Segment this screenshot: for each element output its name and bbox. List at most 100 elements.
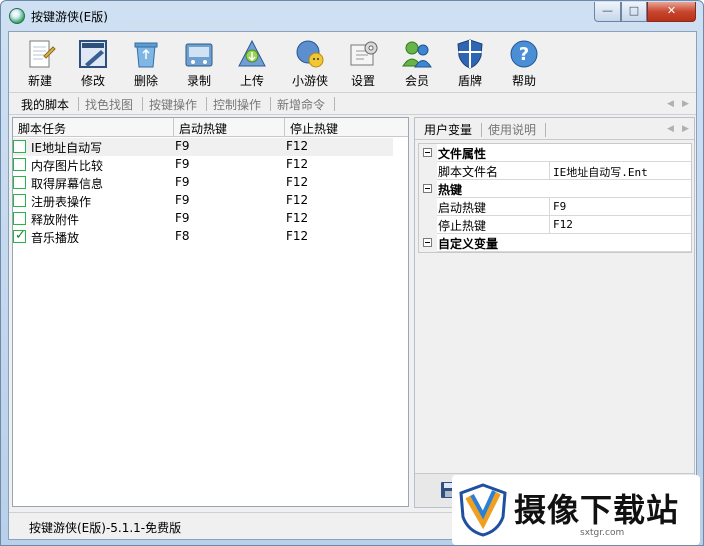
tab-divider — [481, 123, 482, 137]
table-row[interactable]: IE地址自动写 F9 F12 — [13, 138, 393, 156]
panel-tab-scroll-left-icon[interactable]: ◀ — [667, 124, 674, 134]
tab-key-operation[interactable]: 按键操作 — [149, 96, 197, 113]
svg-text:?: ? — [519, 44, 529, 65]
table-row[interactable]: ✓ 音乐播放 F8 F12 — [13, 228, 408, 246]
watermark-text: 摄像下载站 — [514, 491, 680, 529]
collapse-icon[interactable] — [423, 184, 432, 193]
property-gutter — [419, 198, 437, 216]
row-stop-hotkey: F12 — [286, 193, 309, 207]
tab-divider — [78, 97, 79, 111]
upload-label: 上传 — [239, 74, 264, 88]
column-header-stop-hotkey[interactable]: 停止热键 — [290, 120, 338, 137]
property-category[interactable]: 文件属性 — [419, 144, 691, 162]
settings-button[interactable]: 设置 — [338, 36, 388, 90]
table-row[interactable]: 释放附件 F9 F12 — [13, 210, 408, 228]
tab-divider — [334, 97, 335, 111]
tab-my-scripts[interactable]: 我的脚本 — [21, 96, 69, 113]
row-stop-hotkey: F12 — [286, 157, 309, 171]
record-icon — [185, 43, 213, 67]
row-checkbox[interactable]: ✓ — [13, 228, 26, 243]
column-divider[interactable] — [173, 118, 174, 136]
settings-label: 设置 — [350, 74, 375, 88]
property-value[interactable]: F12 — [553, 218, 573, 231]
property-gutter — [419, 162, 437, 180]
row-start-hotkey: F9 — [175, 139, 190, 153]
collapse-icon[interactable] — [423, 238, 432, 247]
tab-user-variables[interactable]: 用户变量 — [424, 121, 472, 138]
delete-button[interactable]: 删除 — [121, 36, 171, 90]
row-start-hotkey: F9 — [175, 211, 190, 225]
property-row[interactable]: 启动热键 F9 — [419, 198, 691, 216]
row-start-hotkey: F9 — [175, 193, 190, 207]
row-start-hotkey: F8 — [175, 229, 190, 243]
tab-divider — [270, 97, 271, 111]
property-value[interactable]: IE地址自动写.Ent — [553, 164, 648, 180]
property-divider — [549, 162, 550, 180]
row-checkbox[interactable] — [13, 140, 26, 153]
property-grid: 文件属性 脚本文件名 IE地址自动写.Ent 热键 启动热键 F9 停止热键 F… — [418, 143, 692, 253]
mini-ranger-button[interactable]: 小游侠 — [285, 36, 335, 90]
column-header-start-hotkey[interactable]: 启动热键 — [179, 120, 227, 137]
title-bar[interactable]: 按键游侠(E版) — □ ✕ — [1, 1, 703, 31]
tab-scroll-right-icon[interactable]: ▶ — [682, 99, 689, 109]
property-value[interactable]: F9 — [553, 200, 566, 213]
property-row[interactable]: 停止热键 F12 — [419, 216, 691, 234]
members-button[interactable]: 会员 — [392, 36, 442, 90]
script-list-header: 脚本任务 启动热键 停止热键 — [13, 118, 408, 137]
property-category-label: 自定义变量 — [438, 237, 499, 251]
edit-button[interactable]: 修改 — [68, 36, 118, 90]
column-header-task[interactable]: 脚本任务 — [18, 120, 66, 137]
close-button[interactable]: ✕ — [647, 2, 696, 22]
app-window: 按键游侠(E版) — □ ✕ 新建 修改 删除 录制 上传 小游侠 设置 会员 … — [0, 0, 704, 546]
tab-usage-instructions[interactable]: 使用说明 — [488, 121, 536, 138]
property-category[interactable]: 自定义变量 — [419, 234, 691, 252]
tab-find-color[interactable]: 找色找图 — [85, 96, 133, 113]
shield-icon — [457, 39, 483, 69]
minimize-button[interactable]: — — [594, 2, 621, 22]
settings-icon — [350, 41, 378, 66]
tab-control-operation[interactable]: 控制操作 — [213, 96, 261, 113]
upload-icon — [238, 39, 266, 67]
client-area: 新建 修改 删除 录制 上传 小游侠 设置 会员 盾牌 ? 帮助 我的脚本 找色… — [8, 31, 697, 540]
column-divider[interactable] — [284, 118, 285, 136]
tab-new-command[interactable]: 新增命令 — [277, 96, 325, 113]
help-button[interactable]: ? 帮助 — [499, 36, 549, 90]
property-divider — [549, 216, 550, 234]
row-stop-hotkey: F12 — [286, 175, 309, 189]
property-category[interactable]: 热键 — [419, 180, 691, 198]
property-gutter — [419, 216, 437, 234]
status-text: 按键游侠(E版)-5.1.1-免费版 — [29, 521, 182, 535]
tab-divider — [545, 123, 546, 137]
tab-divider — [206, 97, 207, 111]
mini-ranger-label: 小游侠 — [291, 74, 328, 88]
record-button[interactable]: 录制 — [174, 36, 224, 90]
row-checkbox[interactable] — [13, 158, 26, 171]
tab-scroll-left-icon[interactable]: ◀ — [667, 99, 674, 109]
details-tabs: 用户变量 使用说明 ◀ ▶ — [415, 118, 694, 140]
shield-button[interactable]: 盾牌 — [445, 36, 495, 90]
new-button[interactable]: 新建 — [15, 36, 65, 90]
table-row[interactable]: 注册表操作 F9 F12 — [13, 192, 408, 210]
property-gutter — [419, 180, 437, 198]
panel-tab-scroll-right-icon[interactable]: ▶ — [682, 124, 689, 134]
row-task: 音乐播放 — [31, 231, 80, 245]
row-task: 取得屏幕信息 — [31, 177, 104, 191]
row-checkbox[interactable] — [13, 176, 26, 189]
collapse-icon[interactable] — [423, 148, 432, 157]
site-watermark: 摄像下载站 sxtgr.com — [452, 475, 700, 545]
row-checkbox[interactable] — [13, 212, 26, 225]
property-row[interactable]: 脚本文件名 IE地址自动写.Ent — [419, 162, 691, 180]
script-list: 脚本任务 启动热键 停止热键 IE地址自动写 F9 F12 内存图片比较 F9 … — [12, 117, 409, 507]
maximize-button[interactable]: □ — [621, 2, 647, 22]
table-row[interactable]: 内存图片比较 F9 F12 — [13, 156, 408, 174]
members-label: 会员 — [404, 74, 429, 88]
row-checkbox[interactable] — [13, 194, 26, 207]
help-label: 帮助 — [511, 74, 536, 88]
property-name: 启动热键 — [438, 201, 487, 215]
table-row[interactable]: 取得屏幕信息 F9 F12 — [13, 174, 408, 192]
shield-label: 盾牌 — [457, 74, 482, 88]
mini-ranger-icon — [296, 40, 324, 68]
property-category-label: 文件属性 — [438, 147, 487, 161]
upload-button[interactable]: 上传 — [227, 36, 277, 90]
property-name: 脚本文件名 — [438, 165, 499, 179]
